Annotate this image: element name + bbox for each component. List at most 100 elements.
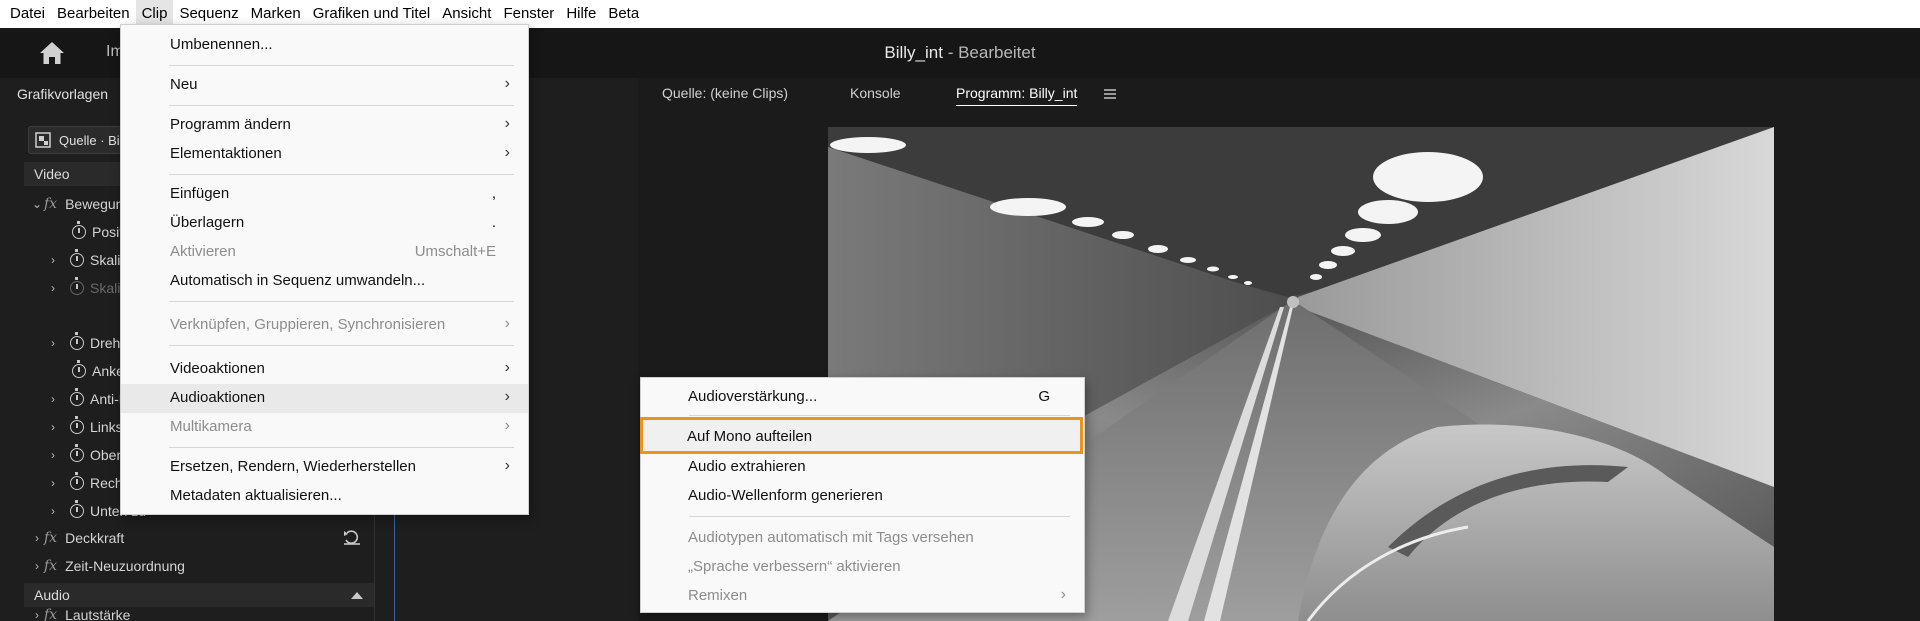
stopwatch-icon[interactable] <box>72 360 86 378</box>
chevron-right-icon: › <box>504 115 510 132</box>
menu-item-aktivieren: Aktivieren Umschalt+E <box>121 238 528 267</box>
hamburger-menu-icon[interactable] <box>1104 89 1116 99</box>
effect-row-bewegung[interactable]: ⌄ fx Bewegung <box>30 191 131 217</box>
menu-item-audiotypen-tags: Audiotypen automatisch mit Tags versehen <box>641 524 1084 553</box>
menu-beta[interactable]: Beta <box>602 0 645 28</box>
menu-item-label: Audioaktionen <box>170 389 266 406</box>
chevron-right-icon: › <box>504 457 510 474</box>
menu-separator <box>169 105 514 106</box>
tab-program[interactable]: Programm: Billy_int <box>956 85 1078 106</box>
menu-item-label: Audiotypen automatisch mit Tags versehen <box>688 529 974 546</box>
stopwatch-icon[interactable] <box>72 221 86 239</box>
menu-item-ersetzen-rendern[interactable]: Ersetzen, Rendern, Wiederherstellen › <box>121 453 528 482</box>
menu-item-label: Aktivieren <box>170 243 236 260</box>
menu-item-audioverstaerkung[interactable]: Audioverstärkung... G <box>641 383 1084 412</box>
chevron-right-icon[interactable]: › <box>30 525 44 551</box>
menu-item-ueberlagern[interactable]: Überlagern . <box>121 209 528 238</box>
menu-item-einfuegen[interactable]: Einfügen , <box>121 180 528 209</box>
menu-item-label: Umbenennen... <box>170 36 273 53</box>
menu-item-elementaktionen[interactable]: Elementaktionen › <box>121 140 528 169</box>
audio-actions-submenu: Audioverstärkung... G Auf Mono aufteilen… <box>640 377 1085 613</box>
fx-icon: fx <box>44 196 58 212</box>
effect-label: Zeit-Neuzuordnung <box>65 558 185 574</box>
menu-item-umbenennen[interactable]: Umbenennen... <box>121 31 528 60</box>
menu-item-label: Neu <box>170 76 198 93</box>
menu-item-label: Programm ändern <box>170 116 291 133</box>
tab-source[interactable]: Quelle: (keine Clips) <box>662 85 788 101</box>
menu-item-label: Multikamera <box>170 418 252 435</box>
menu-separator <box>169 447 514 448</box>
stopwatch-icon <box>70 277 84 295</box>
menu-separator <box>169 345 514 346</box>
chevron-down-icon[interactable]: ⌄ <box>30 191 44 217</box>
clip-icon <box>35 132 51 148</box>
audio-section-label: Audio <box>34 587 70 603</box>
collapse-icon[interactable] <box>351 592 363 599</box>
menu-separator <box>689 516 1070 517</box>
tab-console[interactable]: Konsole <box>850 85 901 101</box>
menu-item-sprache-verbessern: „Sprache verbessern“ aktivieren <box>641 553 1084 582</box>
stopwatch-icon[interactable] <box>70 332 84 350</box>
project-status: - Bearbeitet <box>942 43 1036 62</box>
menu-item-verknuepfen: Verknüpfen, Gruppieren, Synchronisieren … <box>121 311 528 340</box>
menu-item-audio-wellenform[interactable]: Audio-Wellenform generieren <box>641 482 1084 511</box>
menu-item-shortcut: G <box>1038 388 1050 405</box>
clip-menu: Umbenennen... Neu › Programm ändern › El… <box>120 24 529 515</box>
menu-item-label: Einfügen <box>170 185 230 202</box>
chevron-right-icon: › <box>504 417 510 434</box>
project-name: Billy_int <box>884 43 943 62</box>
chevron-right-icon[interactable]: › <box>46 247 60 273</box>
menu-item-videoaktionen[interactable]: Videoaktionen › <box>121 355 528 384</box>
menu-item-audioaktionen[interactable]: Audioaktionen › <box>121 384 528 413</box>
chevron-right-icon[interactable]: › <box>30 553 44 579</box>
stopwatch-icon[interactable] <box>70 388 84 406</box>
menu-hilfe[interactable]: Hilfe <box>560 0 602 28</box>
chevron-right-icon[interactable]: › <box>46 330 60 356</box>
menu-item-shortcut: . <box>491 214 496 231</box>
stopwatch-icon[interactable] <box>70 472 84 490</box>
menu-item-audio-extrahieren[interactable]: Audio extrahieren <box>641 453 1084 482</box>
menu-item-neu[interactable]: Neu › <box>121 71 528 100</box>
chevron-right-icon[interactable]: › <box>30 608 44 621</box>
chevron-right-icon: › <box>504 144 510 161</box>
chevron-right-icon[interactable]: › <box>46 498 60 524</box>
effect-row-lautstaerke[interactable]: › fx Lautstärke <box>30 608 130 621</box>
menu-item-label: Automatisch in Sequenz umwandeln... <box>170 272 426 289</box>
menu-item-multikamera: Multikamera › <box>121 413 528 442</box>
menu-item-label: Elementaktionen <box>170 145 282 162</box>
menu-item-metadaten-aktualisieren[interactable]: Metadaten aktualisieren... <box>121 482 528 511</box>
menu-item-programm-aendern[interactable]: Programm ändern › <box>121 111 528 140</box>
menu-item-label: Audio-Wellenform generieren <box>688 487 883 504</box>
menu-item-automatisch-in-sequenz[interactable]: Automatisch in Sequenz umwandeln... <box>121 267 528 296</box>
effect-row-zeit-neuzuordnung[interactable]: › fx Zeit-Neuzuordnung <box>30 553 185 579</box>
stopwatch-icon[interactable] <box>70 444 84 462</box>
stopwatch-icon[interactable] <box>70 416 84 434</box>
menu-separator <box>169 174 514 175</box>
menu-separator <box>169 65 514 66</box>
stopwatch-icon[interactable] <box>70 500 84 518</box>
fx-icon: fx <box>44 530 58 546</box>
chevron-right-icon[interactable]: › <box>46 442 60 468</box>
menu-item-label: Videoaktionen <box>170 360 265 377</box>
chevron-right-icon[interactable]: › <box>46 414 60 440</box>
effect-label: Lautstärke <box>65 608 131 621</box>
chevron-right-icon: › <box>504 388 510 405</box>
chevron-right-icon: › <box>51 281 55 295</box>
menu-item-label: Remixen <box>688 587 748 604</box>
menu-item-remixen: Remixen › <box>641 582 1084 611</box>
menu-item-label: Überlagern <box>170 214 245 231</box>
menu-item-shortcut: Umschalt+E <box>414 243 496 260</box>
chevron-right-icon[interactable]: › <box>46 470 60 496</box>
menu-item-label: „Sprache verbessern“ aktivieren <box>688 558 901 575</box>
effect-row-deckkraft[interactable]: › fx Deckkraft <box>30 525 124 551</box>
menu-item-shortcut: , <box>491 185 496 202</box>
highlighted-item-label[interactable]: Auf Mono aufteilen <box>687 428 812 445</box>
effect-label: Deckkraft <box>65 530 125 546</box>
chevron-right-icon: › <box>504 315 510 332</box>
menu-datei[interactable]: Datei <box>4 0 51 28</box>
reset-icon[interactable] <box>342 530 362 546</box>
fx-icon: fx <box>44 558 58 574</box>
chevron-right-icon[interactable]: › <box>46 386 60 412</box>
panel-title[interactable]: Grafikvorlagen <box>17 86 108 102</box>
stopwatch-icon[interactable] <box>70 249 84 267</box>
